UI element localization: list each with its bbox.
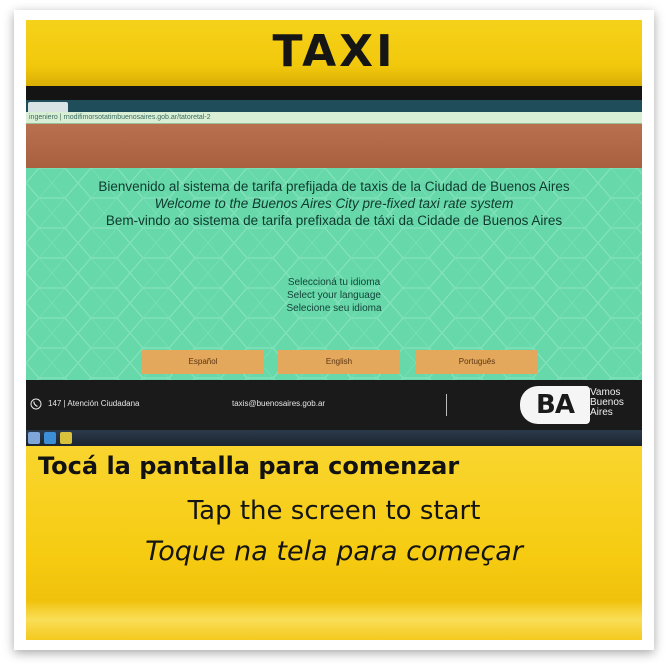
browser-url-bar[interactable]: ingeniero | rnodifimorsotatimbuenosaires… xyxy=(26,112,642,124)
sticker-reflection xyxy=(26,600,642,640)
instruction-sticker: Tocá la pantalla para comenzar Tap the s… xyxy=(26,446,642,640)
phone-icon xyxy=(30,398,42,410)
screen-footer: 147 | Atención Ciudadana taxis@buenosair… xyxy=(26,380,642,430)
taskbar-app-icon[interactable] xyxy=(28,432,40,444)
browser-tab[interactable] xyxy=(28,102,68,112)
welcome-screen[interactable]: Bienvenido al sistema de tarifa prefijad… xyxy=(26,168,642,380)
welcome-es: Bienvenido al sistema de tarifa prefijad… xyxy=(98,179,570,194)
tagline-line: Aires xyxy=(590,407,613,418)
spanish-button[interactable]: Español xyxy=(142,350,264,374)
footer-divider xyxy=(446,394,447,416)
welcome-text: Bienvenido al sistema de tarifa prefijad… xyxy=(66,178,602,229)
select-language-prompt: Seleccioná tu idioma Select your languag… xyxy=(186,276,482,315)
email-contact[interactable]: taxis@buenosaires.gob.ar xyxy=(232,398,325,410)
select-language-es: Seleccioná tu idioma xyxy=(287,277,381,288)
tap-instruction-en: Tap the screen to start xyxy=(187,496,481,526)
phone-contact: 147 | Atención Ciudadana xyxy=(48,399,140,408)
taxi-sign-title: TAXI xyxy=(272,26,396,77)
welcome-en: Welcome to the Buenos Aires City pre-fix… xyxy=(154,196,514,211)
os-taskbar xyxy=(26,430,642,446)
photo-frame: TAXI ingeniero | rnodifimorsotatimbuenos… xyxy=(14,10,654,650)
portuguese-button[interactable]: Português xyxy=(416,350,538,374)
english-button[interactable]: English xyxy=(278,350,400,374)
browser-icon[interactable] xyxy=(44,432,56,444)
ba-logo: BA xyxy=(520,386,590,424)
kiosk-photo: TAXI ingeniero | rnodifimorsotatimbuenos… xyxy=(26,20,642,640)
folder-icon[interactable] xyxy=(60,432,72,444)
url-text: ingeniero | rnodifimorsotatimbuenosaires… xyxy=(29,114,211,121)
taxi-sign: TAXI xyxy=(26,20,642,86)
select-language-en: Select your language xyxy=(287,290,381,301)
welcome-pt: Bem-vindo ao sistema de tarifa prefixada… xyxy=(105,213,563,228)
tap-instruction-pt: Toque na tela para começar xyxy=(145,536,523,567)
select-language-pt: Selecione seu idioma xyxy=(286,303,382,314)
ba-tagline: Vamos Buenos Aires xyxy=(590,388,642,418)
tap-instruction-es: Tocá la pantalla para comenzar xyxy=(38,452,460,480)
browser-tab-bar xyxy=(26,100,642,112)
page-header-strip xyxy=(26,124,642,168)
